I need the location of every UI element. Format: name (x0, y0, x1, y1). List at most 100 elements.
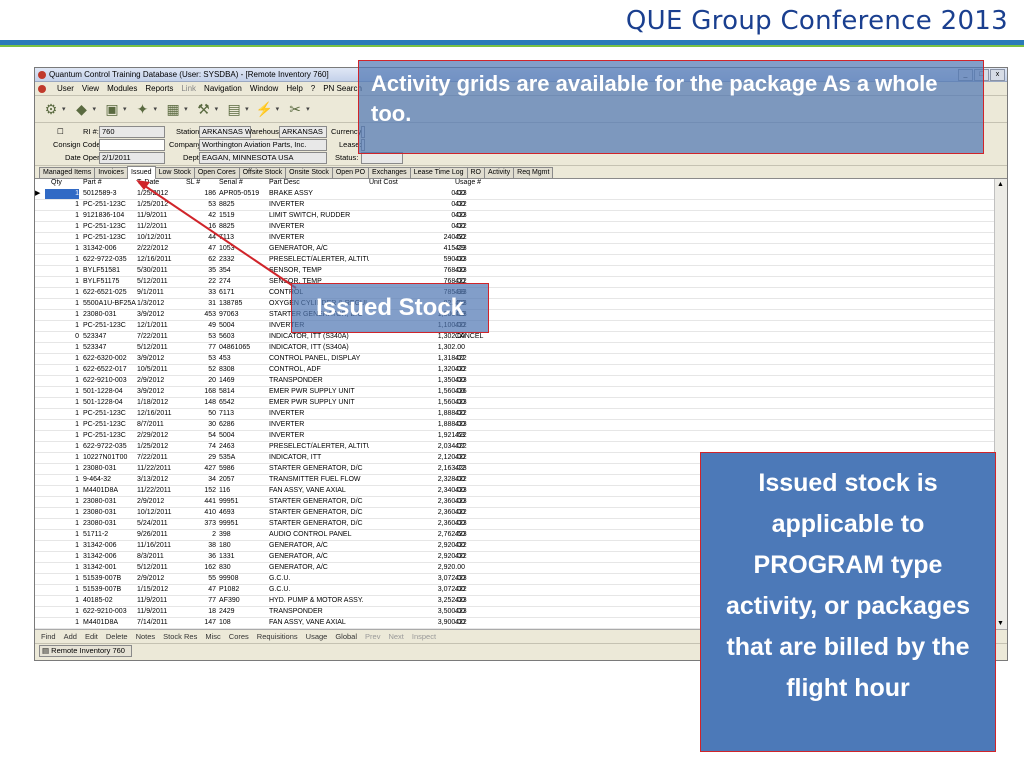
cell-sl[interactable]: 50 (186, 409, 216, 419)
cell-sl[interactable]: 36 (186, 552, 216, 562)
close-button[interactable]: x (990, 68, 1005, 81)
table-row[interactable]: 1 622-6522-017 10/5/2011 52 8308 CONTROL, ADF… (35, 365, 1007, 376)
cell-qty[interactable]: 1 (45, 299, 79, 309)
cell-desc[interactable]: INDICATOR, ITT (269, 629, 369, 630)
cell-usage[interactable]: 423 (455, 596, 515, 606)
cell-cost[interactable]: 1,888.00 (369, 420, 465, 430)
cell-sl[interactable]: 42 (186, 211, 216, 221)
cell-qty[interactable]: 1 (45, 409, 79, 419)
cell-cost[interactable]: 415.29 (369, 244, 465, 254)
cell-sl[interactable]: 53 (186, 354, 216, 364)
tab-req-mgmt[interactable]: Req Mgmt (513, 167, 554, 178)
cell-date[interactable]: 7/22/2011 (137, 332, 185, 342)
cell-part[interactable]: 622-6320-002 (83, 354, 136, 364)
shipping-icon[interactable]: ▤ (224, 100, 244, 118)
tab-offsite-stock[interactable]: Offsite Stock (238, 167, 287, 178)
cell-date[interactable]: 10/12/2011 (137, 233, 185, 243)
cell-sl[interactable]: 62 (186, 255, 216, 265)
cell-serial[interactable]: 6286 (219, 420, 264, 430)
inventory-icon[interactable]: ▣ (102, 100, 122, 118)
cell-date[interactable]: 11/2/2011 (137, 222, 185, 232)
cell-date[interactable]: 11/9/2011 (137, 607, 185, 617)
cell-qty[interactable]: 1 (45, 552, 79, 562)
cell-qty[interactable]: 1 (45, 629, 79, 630)
cell-sl[interactable]: 77 (186, 596, 216, 606)
menu-help[interactable]: Help (286, 84, 302, 93)
cell-usage[interactable]: 422 (455, 541, 515, 551)
cell-part[interactable]: 31342-006 (83, 541, 136, 551)
cell-date[interactable]: 5/24/2011 (137, 519, 185, 529)
menu-modules[interactable]: Modules (107, 84, 137, 93)
cell-part[interactable]: 23080-031 (83, 497, 136, 507)
cell-serial[interactable]: 2332 (219, 255, 264, 265)
company-field[interactable]: Worthington Aviation Parts, Inc. (199, 139, 327, 151)
cell-serial[interactable]: 2429 (219, 607, 264, 617)
cell-sl[interactable]: 168 (186, 387, 216, 397)
cell-desc[interactable]: INVERTER (269, 431, 369, 441)
cell-date[interactable]: 1/25/2012 (137, 442, 185, 452)
cell-usage[interactable]: 422 (455, 354, 515, 364)
cell-qty[interactable]: 1 (45, 574, 79, 584)
cell-date[interactable]: 11/9/2011 (137, 211, 185, 221)
tab-open-po[interactable]: Open PO (331, 167, 370, 178)
cell-desc[interactable]: INVERTER (269, 409, 369, 419)
cell-usage[interactable]: 422 (455, 475, 515, 485)
cell-sl[interactable]: 38 (186, 541, 216, 551)
cell-cost[interactable]: 3,900.00 (369, 618, 465, 628)
cell-cost[interactable]: 2,328.00 (369, 475, 465, 485)
table-row[interactable]: 1 622-9722-035 12/16/2011 62 2332 PRESELECT/A… (35, 255, 1007, 266)
cell-desc[interactable]: GENERATOR, A/C (269, 541, 369, 551)
cell-qty[interactable]: 1 (45, 255, 79, 265)
cell-serial[interactable]: 2057 (219, 475, 264, 485)
cell-serial[interactable]: 99951 (219, 519, 264, 529)
cell-date[interactable]: 1/15/2012 (137, 585, 185, 595)
aircraft-icon[interactable]: ▦ (163, 100, 183, 118)
cell-cost[interactable]: 2,360.00 (369, 508, 465, 518)
cell-part[interactable]: 622-9722-035 (83, 255, 136, 265)
cell-serial[interactable]: 97063 (219, 310, 264, 320)
cell-date[interactable]: 11/16/2011 (137, 541, 185, 551)
cell-qty[interactable]: 1 (45, 266, 79, 276)
cell-cost[interactable]: 240.50 (369, 233, 465, 243)
cell-date[interactable]: 10/12/2011 (137, 508, 185, 518)
table-row[interactable]: 1 622-6320-002 3/9/2012 53 453 CONTROL PANEL,… (35, 354, 1007, 365)
cell-part[interactable]: 622-9210-003 (83, 607, 136, 617)
cell-sl[interactable]: 52 (186, 365, 216, 375)
cell-qty[interactable]: 1 (45, 607, 79, 617)
cell-part[interactable]: 23080-031 (83, 519, 136, 529)
cell-cost[interactable]: 2,034.07 (369, 442, 465, 452)
tools-icon[interactable]: ✂ (285, 100, 305, 118)
cell-qty[interactable]: 1 (45, 486, 79, 496)
cell-sl[interactable]: 36 (186, 629, 216, 630)
next-button[interactable]: Next (388, 632, 403, 641)
cell-cost[interactable]: 3,072.00 (369, 574, 465, 584)
delete-button[interactable]: Delete (106, 632, 128, 641)
table-row[interactable]: 1 PC-251-123C 8/7/2011 30 6286 INVERTER 1,888.… (35, 420, 1007, 431)
cell-qty[interactable]: 1 (45, 365, 79, 375)
cell-usage[interactable]: 423 (455, 607, 515, 617)
stock-icon[interactable]: ✦ (133, 100, 153, 118)
table-row[interactable]: 1 523347 5/12/2011 77 04861065 INDICATOR, ITT… (35, 343, 1007, 354)
cell-sl[interactable]: 30 (186, 420, 216, 430)
cell-date[interactable]: 7/22/2011 (137, 453, 185, 463)
cell-cost[interactable]: 1,318.07 (369, 354, 465, 364)
requisitions-button[interactable]: Requisitions (257, 632, 298, 641)
cell-cost[interactable]: 2,163.72 (369, 464, 465, 474)
cell-date[interactable]: 8/7/2011 (137, 629, 185, 630)
scroll-down-icon[interactable]: ▼ (997, 620, 1004, 627)
table-row[interactable]: 1 PC-251-123C 2/29/2012 54 5004 INVERTER 1,921… (35, 431, 1007, 442)
cell-serial[interactable]: 453 (219, 354, 264, 364)
cell-usage[interactable]: 423 (455, 255, 515, 265)
network-icon[interactable]: ⚡ (255, 100, 275, 118)
cell-date[interactable]: 11/9/2011 (137, 596, 185, 606)
col-serial-header[interactable]: Serial # (219, 179, 264, 186)
cell-serial[interactable]: 8308 (219, 365, 264, 375)
cell-desc[interactable]: TRANSPONDER (269, 376, 369, 386)
cell-serial[interactable]: 354 (219, 266, 264, 276)
cell-part[interactable]: 31342-006 (83, 244, 136, 254)
cell-sl[interactable]: 53 (186, 200, 216, 210)
cell-date[interactable]: 11/22/2011 (137, 486, 185, 496)
cell-part[interactable]: 622-6522-017 (83, 365, 136, 375)
cell-qty[interactable]: 1 (45, 475, 79, 485)
cell-sl[interactable]: 54 (186, 431, 216, 441)
